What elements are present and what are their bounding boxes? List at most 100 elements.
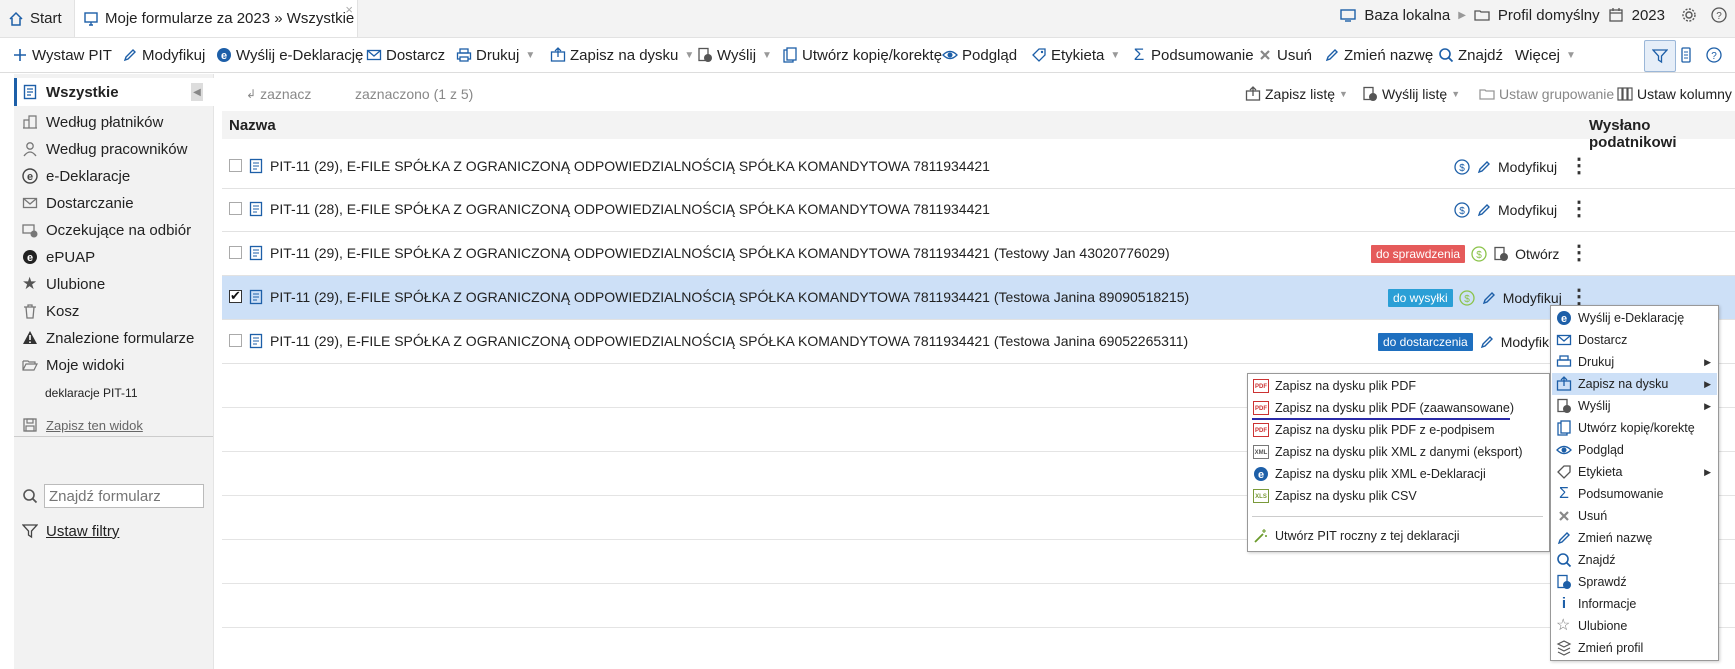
menu-item-check[interactable]: Sprawdź — [1552, 571, 1717, 593]
more-vertical-icon[interactable]: ⋮ — [1569, 243, 1589, 263]
collapse-sidebar-icon[interactable]: ◀ — [191, 83, 203, 101]
dollar-icon[interactable]: $ — [1471, 245, 1487, 262]
menu-item-info[interactable]: i Informacje — [1552, 593, 1717, 615]
preview-button[interactable]: Podgląd — [942, 38, 1017, 72]
menu-item-send[interactable]: Wyślij ▶ — [1552, 395, 1717, 417]
set-grouping-button[interactable]: Ustaw grupowanie — [1479, 80, 1614, 108]
row-checkbox[interactable] — [229, 159, 242, 172]
chevron-down-icon[interactable]: ▼ — [684, 50, 694, 61]
sidebar-item-favorites[interactable]: ★ Ulubione — [22, 270, 105, 298]
delete-button[interactable]: Usuń — [1257, 38, 1312, 72]
submenu-item-create-annual-pit[interactable]: Utwórz PIT roczny z tej deklaracji — [1249, 525, 1548, 547]
submenu-item-save-csv[interactable]: XLS Zapisz na dysku plik CSV — [1249, 485, 1548, 507]
menu-item-find[interactable]: Znajdź — [1552, 549, 1717, 571]
row-action-modify[interactable]: Modyfikuj — [1503, 290, 1562, 306]
sidebar-item-all[interactable]: Wszystkie — [22, 78, 119, 106]
menu-item-preview[interactable]: Podgląd — [1552, 439, 1717, 461]
table-row-selected[interactable]: PIT-11 (29), E-FILE SPÓŁKA Z OGRANICZONĄ… — [222, 276, 1735, 320]
row-checkbox[interactable] — [229, 246, 242, 259]
sidebar-item-found[interactable]: Znalezione formularze — [22, 324, 194, 352]
sidebar-item-my-views[interactable]: Moje widoki — [22, 351, 124, 379]
dollar-icon[interactable]: $ — [1459, 289, 1475, 306]
menu-item-favorite[interactable]: ☆ Ulubione — [1552, 615, 1717, 637]
row-checkbox[interactable] — [229, 202, 242, 215]
more-button[interactable]: Więcej ▼ — [1515, 38, 1576, 72]
set-filters-link[interactable]: Ustaw filtry — [22, 517, 119, 545]
sidebar-item-pending[interactable]: Oczekujące na odbiór — [22, 216, 191, 244]
deliver-button[interactable]: Dostarcz — [366, 38, 445, 72]
table-row[interactable]: PIT-11 (28), E-FILE SPÓŁKA Z OGRANICZONĄ… — [222, 188, 1735, 232]
filter-toggle-button[interactable] — [1644, 40, 1676, 72]
chevron-down-icon[interactable]: ▼ — [1110, 50, 1120, 61]
submenu-item-save-pdf[interactable]: PDF Zapisz na dysku plik PDF — [1249, 375, 1548, 397]
sidebar-item-trash[interactable]: Kosz — [22, 297, 79, 325]
submenu-item-save-pdf-advanced[interactable]: PDF Zapisz na dysku plik PDF (zaawansowan… — [1249, 397, 1548, 419]
menu-item-send-edecl[interactable]: e Wyślij e-Deklarację — [1552, 307, 1717, 329]
submenu-item-save-pdf-signed[interactable]: PDF Zapisz na dysku plik PDF z e-podpisem — [1249, 419, 1548, 441]
label-button[interactable]: Etykieta ▼ — [1031, 38, 1120, 72]
submenu-item-save-xml-export[interactable]: XML Zapisz na dysku plik XML z danymi (ek… — [1249, 441, 1548, 463]
help-icon[interactable]: ? — [1711, 7, 1727, 23]
year-label[interactable]: 2023 — [1632, 7, 1665, 24]
modify-button[interactable]: Modyfikuj — [122, 38, 205, 72]
row-action-modify[interactable]: Modyfikuj — [1498, 159, 1557, 175]
search-form-input[interactable] — [44, 484, 204, 508]
menu-item-delete[interactable]: Usuń — [1552, 505, 1717, 527]
save-disk-button[interactable]: Zapisz na dysku ▼ — [550, 38, 694, 72]
send-button[interactable]: Wyślij ▼ — [697, 38, 772, 72]
set-columns-button[interactable]: Ustaw kolumny — [1617, 80, 1732, 108]
chevron-down-icon[interactable]: ▼ — [762, 50, 772, 61]
sidebar-item-epuap[interactable]: e ePUAP — [22, 243, 95, 271]
dollar-icon[interactable]: $ — [1454, 201, 1470, 218]
column-header-name[interactable]: Nazwa — [229, 117, 276, 134]
more-vertical-icon[interactable]: ⋮ — [1569, 156, 1589, 176]
submenu-item-label: Zapisz na dysku plik PDF (zaawansowane) — [1275, 401, 1514, 415]
row-checkbox[interactable] — [229, 334, 242, 347]
row-action-modify[interactable]: Modyfikuj — [1498, 202, 1557, 218]
sidebar-item-delivery[interactable]: Dostarczanie — [22, 189, 134, 217]
menu-item-summary[interactable]: Σ Podsumowanie — [1552, 483, 1717, 505]
copy-correction-button[interactable]: Utwórz kopię/korektę — [782, 38, 942, 72]
tab-start[interactable]: Start — [8, 0, 62, 37]
menu-item-change-profile[interactable]: Zmień profil — [1552, 637, 1717, 659]
menu-item-label: Wyślij — [1578, 399, 1611, 413]
menu-item-print[interactable]: Drukuj ▶ — [1552, 351, 1717, 373]
gear-icon[interactable] — [1681, 7, 1697, 23]
save-view-link[interactable]: Zapisz ten widok — [22, 411, 143, 439]
sidebar-item-edeclarations[interactable]: e e-Deklaracje — [22, 162, 130, 190]
menu-item-copy-correction[interactable]: Utwórz kopię/korektę — [1552, 417, 1717, 439]
row-action-open[interactable]: Otwórz — [1515, 246, 1559, 262]
summary-button[interactable]: Σ Podsumowanie — [1131, 38, 1254, 72]
table-row[interactable]: PIT-11 (29), E-FILE SPÓŁKA Z OGRANICZONĄ… — [222, 145, 1735, 189]
plus-icon — [12, 47, 28, 63]
submenu-item-save-xml-edecl[interactable]: e Zapisz na dysku plik XML e-Deklaracji — [1249, 463, 1548, 485]
menu-item-label[interactable]: Etykieta ▶ — [1552, 461, 1717, 483]
database-label[interactable]: Baza lokalna — [1364, 7, 1450, 24]
issue-pit-button[interactable]: Wystaw PIT — [12, 38, 112, 72]
sidebar-item-employees[interactable]: Według pracowników — [22, 135, 187, 163]
menu-item-deliver[interactable]: Dostarcz — [1552, 329, 1717, 351]
help-toolbar-button[interactable]: ? — [1706, 38, 1722, 72]
more-vertical-icon[interactable]: ⋮ — [1569, 287, 1589, 307]
chevron-down-icon[interactable]: ▼ — [525, 50, 535, 61]
send-edecl-button[interactable]: e Wyślij e-Deklarację — [216, 38, 363, 72]
table-row[interactable]: PIT-11 (29), E-FILE SPÓŁKA Z OGRANICZONĄ… — [222, 232, 1735, 276]
print-button[interactable]: Drukuj ▼ — [456, 38, 535, 72]
dollar-icon[interactable]: $ — [1454, 158, 1470, 175]
sidebar-subitem-pit11[interactable]: deklaracje PIT-11 — [45, 379, 138, 407]
mark-button[interactable]: ↲ zaznacz — [246, 80, 311, 108]
profile-label[interactable]: Profil domyślny — [1498, 7, 1600, 24]
save-list-button[interactable]: Zapisz listę ▼ — [1245, 80, 1348, 108]
send-list-button[interactable]: Wyślij listę ▼ — [1362, 80, 1460, 108]
table-row[interactable]: PIT-11 (29), E-FILE SPÓŁKA Z OGRANICZONĄ… — [222, 320, 1735, 364]
rename-button[interactable]: Zmień nazwę — [1324, 38, 1433, 72]
more-vertical-icon[interactable]: ⋮ — [1569, 199, 1589, 219]
menu-item-save-disk[interactable]: Zapisz na dysku ▶ — [1552, 373, 1717, 395]
find-button[interactable]: Znajdź — [1438, 38, 1503, 72]
row-checkbox-checked[interactable] — [229, 288, 242, 304]
sidebar-item-payers[interactable]: Według płatników — [22, 108, 163, 136]
close-icon[interactable]: × — [345, 2, 353, 17]
menu-item-rename[interactable]: Zmień nazwę — [1552, 527, 1717, 549]
phone-view-button[interactable] — [1678, 38, 1694, 72]
tab-forms[interactable]: Moje formularze za 2023 » Wszystkie × — [74, 0, 358, 37]
